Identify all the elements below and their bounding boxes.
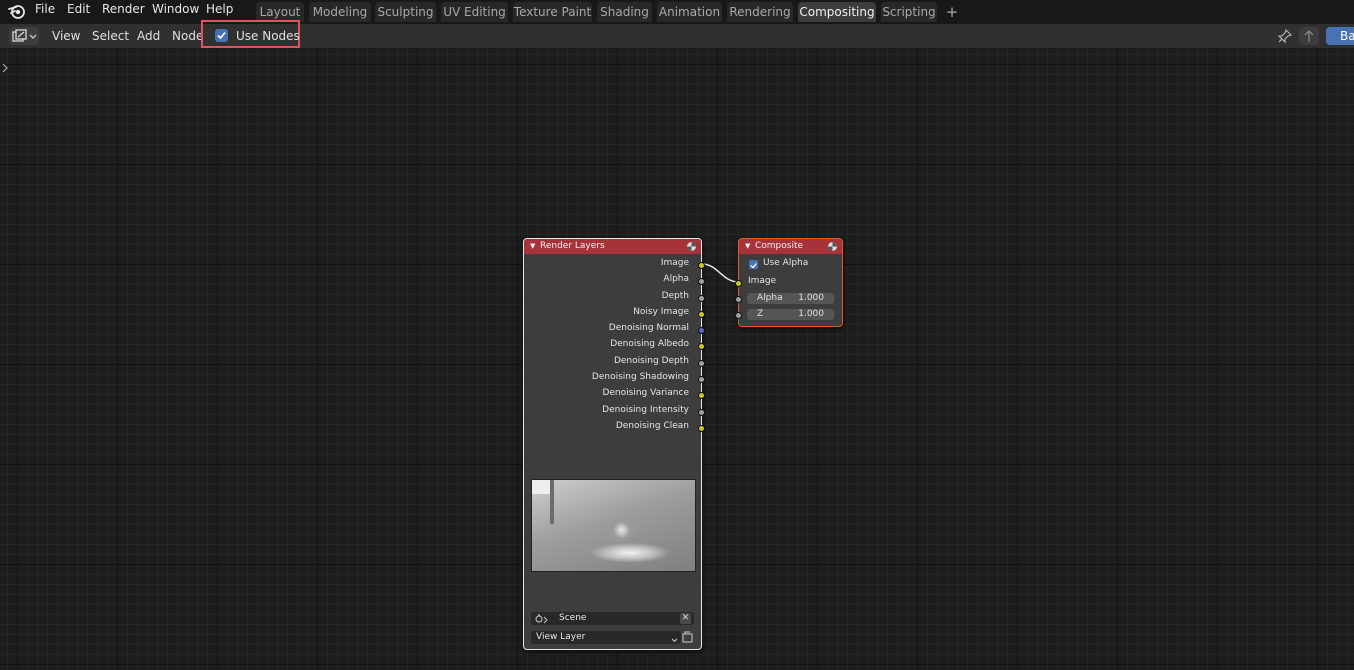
input-z-socket[interactable] — [735, 312, 742, 319]
collapse-arrow-icon[interactable]: ▼ — [530, 239, 535, 254]
output-denoising-normal-socket[interactable] — [698, 327, 705, 334]
menu-file[interactable]: File — [35, 0, 55, 20]
composite-title: Composite — [755, 241, 804, 251]
composite-header[interactable]: ▼ Composite — [739, 239, 842, 254]
output-denoising-clean-label: Denoising Clean — [615, 421, 689, 431]
output-denoising-albedo-label: Denoising Albedo — [610, 339, 689, 349]
output-denoising-shadowing-socket[interactable] — [698, 376, 705, 383]
scene-icon — [534, 613, 550, 627]
output-denoising-albedo-socket[interactable] — [698, 343, 705, 350]
use-nodes-checkbox[interactable] — [215, 29, 228, 42]
output-noisy-image-label: Noisy Image — [633, 307, 689, 317]
pin-icon[interactable] — [1277, 28, 1293, 44]
collapse-arrow-icon[interactable]: ▼ — [745, 239, 750, 254]
chevron-down-icon — [29, 31, 37, 44]
alpha-field[interactable]: Alpha 1.000 — [747, 293, 834, 304]
render-icon[interactable] — [686, 241, 697, 258]
render-view-layer-icon[interactable] — [682, 631, 694, 644]
node-editor-header: View Select Add Node Use Nodes Ba — [0, 20, 1354, 48]
view-layer-name: View Layer — [536, 632, 586, 642]
view-layer-selector[interactable]: View Layer — [531, 631, 681, 644]
tab-sculpting[interactable]: Sculpting — [375, 2, 436, 22]
tab-animation[interactable]: Animation — [657, 2, 722, 22]
checkmark-icon — [217, 31, 226, 40]
menu-edit[interactable]: Edit — [67, 0, 90, 20]
menu-add[interactable]: Add — [137, 28, 160, 44]
editor-type-button[interactable] — [9, 27, 39, 45]
tab-modeling[interactable]: Modeling — [309, 2, 371, 22]
menu-help[interactable]: Help — [206, 0, 233, 20]
use-nodes-label[interactable]: Use Nodes — [236, 28, 300, 44]
output-image-label: Image — [660, 258, 689, 268]
clear-scene-icon[interactable]: ✕ — [680, 613, 691, 624]
output-denoising-normal-label: Denoising Normal — [608, 323, 689, 333]
node-editor-icon — [12, 29, 28, 46]
z-field[interactable]: Z 1.000 — [747, 309, 834, 320]
tab-rendering[interactable]: Rendering — [727, 2, 793, 22]
composite-node[interactable]: ▼ Composite Use Alpha Image Alpha 1.000 … — [735, 238, 843, 327]
backdrop-button[interactable]: Ba — [1326, 27, 1354, 45]
input-image-label: Image — [748, 276, 777, 286]
render-layers-node[interactable]: ▼ Render Layers Image Alpha Depth Noisy … — [523, 238, 705, 650]
output-denoising-intensity-socket[interactable] — [698, 409, 705, 416]
blender-logo-icon[interactable] — [8, 3, 26, 19]
menu-window[interactable]: Window — [152, 0, 199, 20]
tab-texture-paint[interactable]: Texture Paint — [513, 2, 592, 22]
input-image-socket[interactable] — [735, 280, 742, 287]
arrow-up-icon — [1302, 28, 1316, 47]
tab-compositing[interactable]: Compositing — [798, 2, 876, 22]
output-image-socket[interactable] — [698, 262, 705, 269]
output-denoising-variance-socket[interactable] — [698, 392, 705, 399]
chevron-down-icon — [671, 634, 678, 647]
render-icon[interactable] — [827, 241, 838, 258]
menu-node[interactable]: Node — [172, 28, 203, 44]
output-depth-socket[interactable] — [698, 295, 705, 302]
parent-tree-button[interactable] — [1299, 27, 1319, 45]
render-preview-image — [531, 479, 696, 572]
tab-scripting[interactable]: Scripting — [881, 2, 937, 22]
menu-select[interactable]: Select — [92, 28, 129, 44]
use-alpha-label[interactable]: Use Alpha — [763, 258, 808, 268]
tab-shading[interactable]: Shading — [597, 2, 652, 22]
output-alpha-label: Alpha — [663, 274, 689, 284]
alpha-field-value: 1.000 — [798, 293, 824, 303]
node-canvas[interactable]: ▼ Render Layers Image Alpha Depth Noisy … — [0, 48, 1354, 670]
z-field-label: Z — [757, 309, 764, 319]
render-layers-header[interactable]: ▼ Render Layers — [524, 239, 701, 254]
output-denoising-depth-socket[interactable] — [698, 360, 705, 367]
z-field-value: 1.000 — [798, 309, 824, 319]
output-alpha-socket[interactable] — [698, 278, 705, 285]
tab-uv-editing[interactable]: UV Editing — [441, 2, 508, 22]
alpha-field-label: Alpha — [757, 293, 783, 303]
output-denoising-clean-socket[interactable] — [698, 425, 705, 432]
output-denoising-depth-label: Denoising Depth — [613, 356, 689, 366]
scene-selector[interactable]: Scene ✕ — [531, 612, 694, 625]
output-denoising-shadowing-label: Denoising Shadowing — [591, 372, 689, 382]
checkmark-icon — [750, 263, 757, 269]
input-alpha-socket[interactable] — [735, 296, 742, 303]
output-denoising-intensity-label: Denoising Intensity — [602, 405, 689, 415]
output-depth-label: Depth — [661, 291, 689, 301]
output-noisy-image-socket[interactable] — [698, 311, 705, 318]
render-layers-title: Render Layers — [540, 241, 605, 251]
menu-render[interactable]: Render — [102, 0, 145, 20]
use-alpha-checkbox[interactable] — [749, 260, 758, 269]
add-workspace-icon[interactable]: + — [942, 2, 962, 22]
tab-layout[interactable]: Layout — [256, 2, 304, 22]
scene-name[interactable]: Scene — [559, 612, 586, 625]
output-denoising-variance-label: Denoising Variance — [602, 388, 689, 398]
menu-view[interactable]: View — [52, 28, 80, 44]
